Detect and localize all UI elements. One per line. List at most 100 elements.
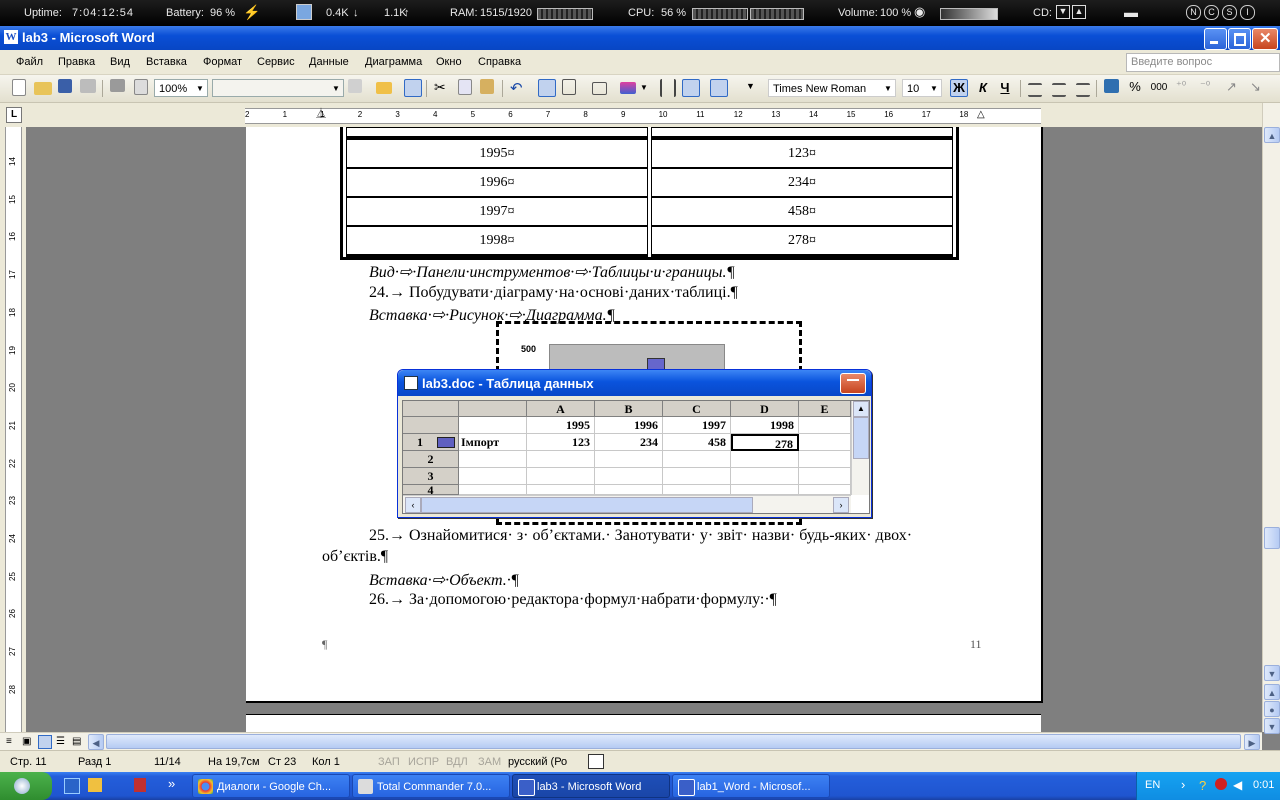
cut-icon[interactable]: ✂ bbox=[434, 79, 452, 97]
menu-insert[interactable]: Вставка bbox=[146, 56, 187, 68]
print-layout-view-icon[interactable] bbox=[38, 735, 52, 749]
bold-button[interactable]: Ж bbox=[950, 79, 968, 97]
cd-close-icon[interactable]: ▲ bbox=[1072, 5, 1086, 19]
save-icon[interactable] bbox=[58, 79, 72, 93]
normal-view-icon[interactable]: ≡ bbox=[6, 736, 12, 747]
font-size-select[interactable]: 10 ▼ bbox=[902, 79, 942, 97]
datasheet-row-empty[interactable] bbox=[459, 468, 851, 485]
datasheet-title-bar[interactable]: lab3.doc - Таблица данных bbox=[398, 370, 871, 396]
column-header-d[interactable]: D bbox=[731, 401, 799, 417]
menu-format[interactable]: Формат bbox=[203, 56, 242, 68]
chevron-down-icon[interactable]: ▼ bbox=[640, 83, 658, 101]
datasheet-hscroll-thumb[interactable] bbox=[421, 497, 753, 513]
security-tray-icon[interactable] bbox=[1215, 778, 1227, 790]
by-row-icon[interactable] bbox=[538, 79, 556, 97]
menu-edit[interactable]: Правка bbox=[58, 56, 95, 68]
scroll-up-icon[interactable]: ▲ bbox=[853, 401, 869, 417]
clock[interactable]: 0:01 bbox=[1253, 779, 1274, 791]
paragraph-insert-object[interactable]: Вставка·⇨·Объект.·¶ bbox=[369, 570, 519, 590]
open-folder-icon[interactable] bbox=[34, 82, 52, 95]
task-word-lab3[interactable]: lab3 - Microsoft Word bbox=[512, 774, 670, 798]
paragraph-item-25-cont[interactable]: об’єктів.¶ bbox=[322, 548, 388, 566]
new-document-icon[interactable] bbox=[12, 79, 26, 96]
datasheet-vscroll-thumb[interactable] bbox=[853, 417, 869, 459]
column-header-c[interactable]: C bbox=[663, 401, 731, 417]
tab-selector[interactable]: L bbox=[6, 107, 22, 123]
by-column-icon[interactable] bbox=[562, 79, 576, 95]
datasheet-cell-year[interactable]: 1996 bbox=[595, 417, 663, 434]
years-table[interactable]: 1995¤ 123¤ 1996¤ 234¤ 1997¤ 458¤ 1998¤ 278¤ bbox=[340, 127, 959, 260]
legend-icon[interactable] bbox=[710, 79, 728, 97]
quicklaunch-app-icon[interactable] bbox=[134, 778, 146, 792]
speaker-icon[interactable]: ◉ bbox=[914, 4, 925, 20]
permission-icon[interactable] bbox=[80, 79, 96, 93]
menu-tools[interactable]: Сервис bbox=[257, 56, 295, 68]
ruler-scale[interactable]: 2 1 1 2 3 4 5 6 7 8 9 10 11 12 13 14 15 16 17 18 bbox=[245, 108, 1041, 124]
status-overtype[interactable]: ЗАМ bbox=[478, 756, 501, 768]
status-track-changes[interactable]: ИСПР bbox=[408, 756, 439, 768]
task-total-commander[interactable]: Total Commander 7.0... bbox=[352, 774, 510, 798]
scroll-left-icon[interactable]: ◀ bbox=[88, 734, 104, 750]
help-question-input[interactable]: Введите вопрос bbox=[1126, 53, 1280, 72]
menu-data[interactable]: Данные bbox=[309, 56, 349, 68]
percent-style-button[interactable]: % bbox=[1126, 79, 1144, 97]
table-cell-value[interactable]: 234¤ bbox=[651, 168, 953, 197]
reading-view-icon[interactable]: ▤ bbox=[72, 736, 81, 747]
scroll-right-icon[interactable]: › bbox=[833, 497, 849, 513]
previous-page-icon[interactable]: ▲ bbox=[1264, 684, 1280, 700]
table-cell-year[interactable]: 1996¤ bbox=[346, 168, 648, 197]
import-file-icon[interactable] bbox=[376, 82, 392, 94]
table-cell-value[interactable]: 458¤ bbox=[651, 197, 953, 226]
paragraph-item-24[interactable]: 24.→ Побудувати·діаграму·на·основі·даних… bbox=[369, 284, 738, 302]
underline-button[interactable]: Ч bbox=[996, 79, 1014, 97]
paragraph-view-toolbar[interactable]: Вид·⇨·Панели·инструментов·⇨·Таблицы·и·гр… bbox=[369, 262, 735, 282]
quicklaunch-desktop-icon[interactable] bbox=[64, 778, 80, 794]
category-gridlines-icon[interactable] bbox=[660, 79, 676, 97]
datasheet-cell-year[interactable]: 1998 bbox=[731, 417, 799, 434]
row-header-2[interactable]: 2 bbox=[403, 451, 459, 468]
datasheet-hscrollbar[interactable]: ‹ › bbox=[403, 495, 851, 513]
datasheet-cell-year[interactable]: 1997 bbox=[663, 417, 731, 434]
increase-decimal-icon[interactable]: ⁺⁰ bbox=[1176, 79, 1194, 97]
chart-type-icon[interactable] bbox=[620, 82, 636, 94]
column-header-b[interactable]: B bbox=[595, 401, 663, 417]
row-header-blank[interactable] bbox=[403, 417, 459, 434]
window-title-bar[interactable]: W lab3 - Microsoft Word ✕ bbox=[0, 26, 1280, 50]
table-cell-year[interactable]: 1997¤ bbox=[346, 197, 648, 226]
select-all-cell[interactable] bbox=[403, 401, 459, 417]
maximize-button[interactable] bbox=[1228, 28, 1251, 50]
paragraph-item-25[interactable]: 25.→ Ознайомитися· з· об’єктами.· Заноту… bbox=[369, 527, 912, 545]
start-button[interactable] bbox=[0, 772, 52, 800]
status-language[interactable]: русский (Ро bbox=[508, 756, 567, 768]
chart-objects-select[interactable]: ▼ bbox=[212, 79, 344, 97]
next-page[interactable] bbox=[246, 714, 1041, 732]
table-cell-year[interactable]: 1995¤ bbox=[346, 139, 648, 168]
left-indent-marker[interactable]: ⏅ bbox=[316, 105, 326, 120]
cd-eject-icon[interactable]: ▼ bbox=[1056, 5, 1070, 19]
datasheet-cell[interactable] bbox=[799, 417, 851, 434]
tray-expand-icon[interactable]: › bbox=[1181, 777, 1185, 792]
scroll-right-icon[interactable]: ▶ bbox=[1244, 734, 1260, 750]
status-record[interactable]: ЗАП bbox=[378, 756, 400, 768]
scroll-left-icon[interactable]: ‹ bbox=[405, 497, 421, 513]
spelling-status-icon[interactable] bbox=[588, 754, 604, 769]
document-hscroll-thumb[interactable] bbox=[106, 734, 1241, 749]
row-header-4[interactable]: 4 bbox=[403, 485, 459, 495]
datasheet-cell-value[interactable]: 123 bbox=[527, 434, 595, 451]
datasheet-grid[interactable]: A B C D E 1995 1996 1997 1998 1 Імпорт 1… bbox=[402, 400, 870, 514]
quicklaunch-more-icon[interactable]: » bbox=[168, 776, 175, 791]
format-object-icon[interactable] bbox=[348, 79, 362, 93]
task-chrome[interactable]: Диалоги - Google Ch... bbox=[192, 774, 350, 798]
language-indicator[interactable]: EN bbox=[1145, 779, 1160, 791]
align-left-icon[interactable] bbox=[1028, 83, 1042, 97]
datasheet-vscrollbar[interactable]: ▲ bbox=[851, 401, 869, 495]
next-page-icon[interactable]: ▼ bbox=[1264, 718, 1280, 734]
series-label-cell[interactable]: Імпорт bbox=[459, 434, 527, 451]
currency-style-icon[interactable] bbox=[1104, 79, 1119, 93]
datasheet-cell-value[interactable]: 234 bbox=[595, 434, 663, 451]
copy-icon[interactable] bbox=[458, 79, 472, 95]
right-indent-marker[interactable]: △ bbox=[977, 109, 985, 120]
column-header-e[interactable]: E bbox=[799, 401, 851, 417]
italic-button[interactable]: К bbox=[974, 79, 992, 97]
print-icon[interactable] bbox=[110, 79, 125, 92]
